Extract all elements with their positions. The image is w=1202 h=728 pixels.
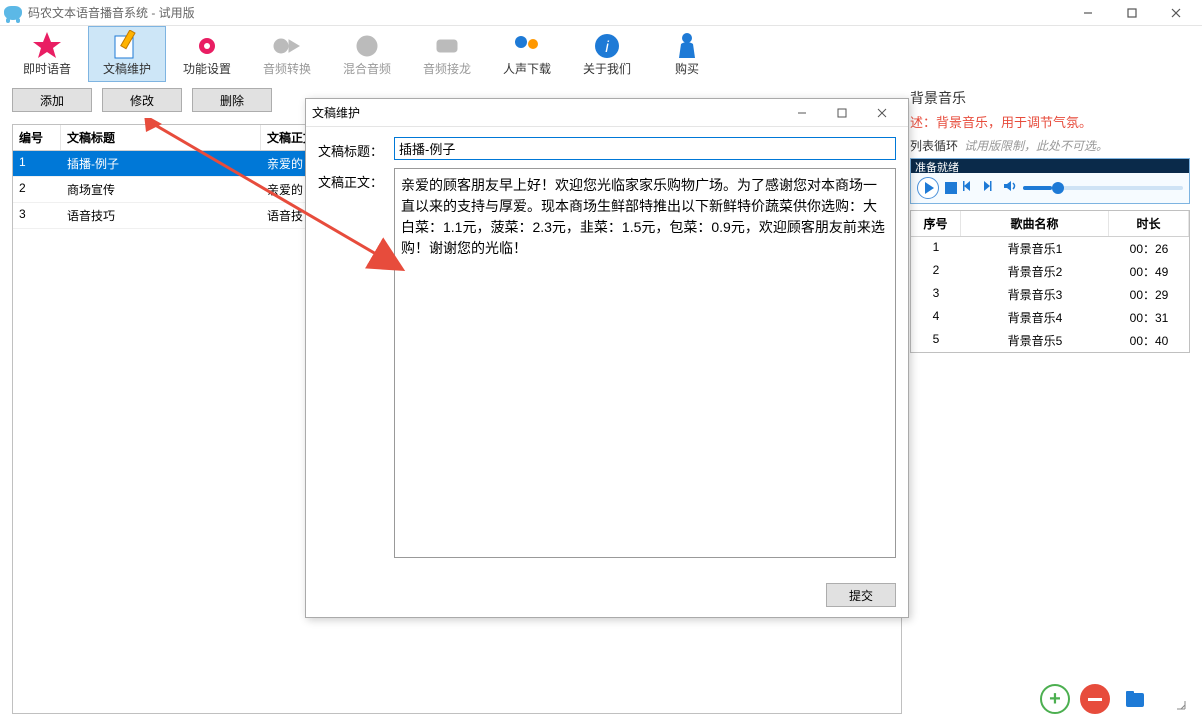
submit-button[interactable]: 提交: [826, 583, 896, 607]
volume-icon[interactable]: [1003, 179, 1017, 198]
bgm-title: 背景音乐: [910, 88, 1190, 108]
title-label: 文稿标题：: [318, 137, 394, 160]
music-row[interactable]: 5背景音乐500：40: [911, 329, 1189, 352]
chain-icon: [431, 32, 463, 60]
toolbar-voice-download[interactable]: 人声下载: [488, 26, 566, 82]
titlebar: 码农文本语音播音系统 - 试用版: [0, 0, 1202, 26]
minimize-button[interactable]: [1066, 0, 1110, 26]
gear-icon: [191, 32, 223, 60]
add-button[interactable]: 添加: [12, 88, 92, 112]
title-input[interactable]: [394, 137, 896, 160]
close-button[interactable]: [1154, 0, 1198, 26]
window-title: 码农文本语音播音系统 - 试用版: [28, 4, 195, 21]
dialog-maximize-button[interactable]: [822, 99, 862, 127]
star-icon: [31, 32, 63, 60]
toolbar-label: 购买: [675, 60, 699, 77]
toolbar-label: 关于我们: [583, 60, 631, 77]
dialog-title: 文稿维护: [312, 104, 360, 121]
body-label: 文稿正文：: [318, 168, 394, 191]
progress-slider[interactable]: [1023, 186, 1183, 190]
music-row[interactable]: 4背景音乐400：31: [911, 306, 1189, 329]
mix-icon: [351, 32, 383, 60]
toolbar-mix-audio[interactable]: 混合音频: [328, 26, 406, 82]
maximize-button[interactable]: [1110, 0, 1154, 26]
toolbar-label: 音频接龙: [423, 60, 471, 77]
main-toolbar: 即时语音 文稿维护 功能设置 音频转换 混合音频 音频接龙 人声下载 i 关于我…: [0, 26, 1202, 82]
voice-icon: [511, 32, 543, 60]
doc-edit-dialog: 文稿维护 文稿标题： 文稿正文： 提交: [305, 98, 909, 618]
convert-icon: [271, 32, 303, 60]
music-row[interactable]: 3背景音乐300：29: [911, 283, 1189, 306]
music-row[interactable]: 1背景音乐100：26: [911, 237, 1189, 260]
edit-button[interactable]: 修改: [102, 88, 182, 112]
toolbar-instant-voice[interactable]: 即时语音: [8, 26, 86, 82]
col-number: 编号: [13, 125, 61, 150]
resize-handle[interactable]: [1160, 684, 1190, 714]
app-icon: [4, 6, 22, 20]
dialog-close-button[interactable]: [862, 99, 902, 127]
toolbar-label: 即时语音: [23, 60, 71, 77]
edit-icon: [111, 32, 143, 60]
delete-button[interactable]: 删除: [192, 88, 272, 112]
bgm-desc: 述：背景音乐，用于调节气氛。: [910, 112, 1190, 131]
toolbar-audio-chain[interactable]: 音频接龙: [408, 26, 486, 82]
music-col-name: 歌曲名称: [961, 211, 1109, 236]
prev-button[interactable]: [963, 179, 977, 198]
toolbar-label: 混合音频: [343, 60, 391, 77]
music-table: 序号 歌曲名称 时长 1背景音乐100：26 2背景音乐200：49 3背景音乐…: [910, 210, 1190, 353]
toolbar-label: 文稿维护: [103, 60, 151, 77]
toolbar-settings[interactable]: 功能设置: [168, 26, 246, 82]
toolbar-about[interactable]: i 关于我们: [568, 26, 646, 82]
svg-text:i: i: [605, 39, 609, 56]
toolbar-audio-convert[interactable]: 音频转换: [248, 26, 326, 82]
music-col-num: 序号: [911, 211, 961, 236]
toolbar-label: 人声下载: [503, 60, 551, 77]
play-button[interactable]: [917, 177, 939, 199]
toolbar-label: 功能设置: [183, 60, 231, 77]
music-col-dur: 时长: [1109, 211, 1189, 236]
next-button[interactable]: [983, 179, 997, 198]
body-textarea[interactable]: [394, 168, 896, 558]
toolbar-label: 音频转换: [263, 60, 311, 77]
music-row[interactable]: 2背景音乐200：49: [911, 260, 1189, 283]
folder-button[interactable]: [1120, 684, 1150, 714]
col-title: 文稿标题: [61, 125, 261, 150]
remove-music-button[interactable]: [1080, 684, 1110, 714]
info-icon: i: [591, 32, 623, 60]
add-music-button[interactable]: +: [1040, 684, 1070, 714]
toolbar-buy[interactable]: 购买: [648, 26, 726, 82]
trial-note: 试用版限制，此处不可选。: [964, 137, 1108, 154]
buy-icon: [671, 32, 703, 60]
audio-player: 准备就绪: [910, 158, 1190, 204]
player-status: 准备就绪: [911, 159, 1189, 173]
toolbar-doc-maintain[interactable]: 文稿维护: [88, 26, 166, 82]
dialog-minimize-button[interactable]: [782, 99, 822, 127]
loop-label: 列表循环: [910, 137, 958, 154]
stop-button[interactable]: [945, 182, 957, 194]
